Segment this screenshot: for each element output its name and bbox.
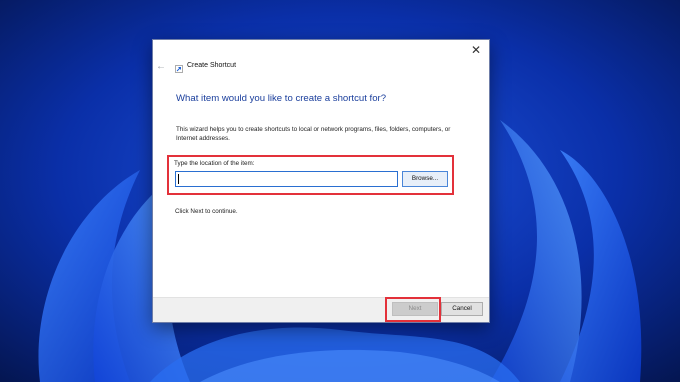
- text-caret: [178, 174, 179, 184]
- cancel-button[interactable]: Cancel: [441, 302, 483, 316]
- browse-button[interactable]: Browse...: [402, 171, 448, 187]
- back-arrow-icon[interactable]: ←: [156, 61, 166, 72]
- close-icon[interactable]: ✕: [469, 43, 483, 57]
- next-button[interactable]: Next: [392, 302, 438, 316]
- shortcut-icon: [175, 65, 183, 73]
- wizard-description: This wizard helps you to create shortcut…: [176, 126, 451, 142]
- location-label: Type the location of the item:: [174, 160, 255, 167]
- dialog-title: Create Shortcut: [187, 62, 237, 69]
- page-heading: What item would you like to create a sho…: [176, 93, 387, 104]
- location-input[interactable]: [175, 171, 398, 187]
- continue-instruction: Click Next to continue.: [175, 208, 238, 215]
